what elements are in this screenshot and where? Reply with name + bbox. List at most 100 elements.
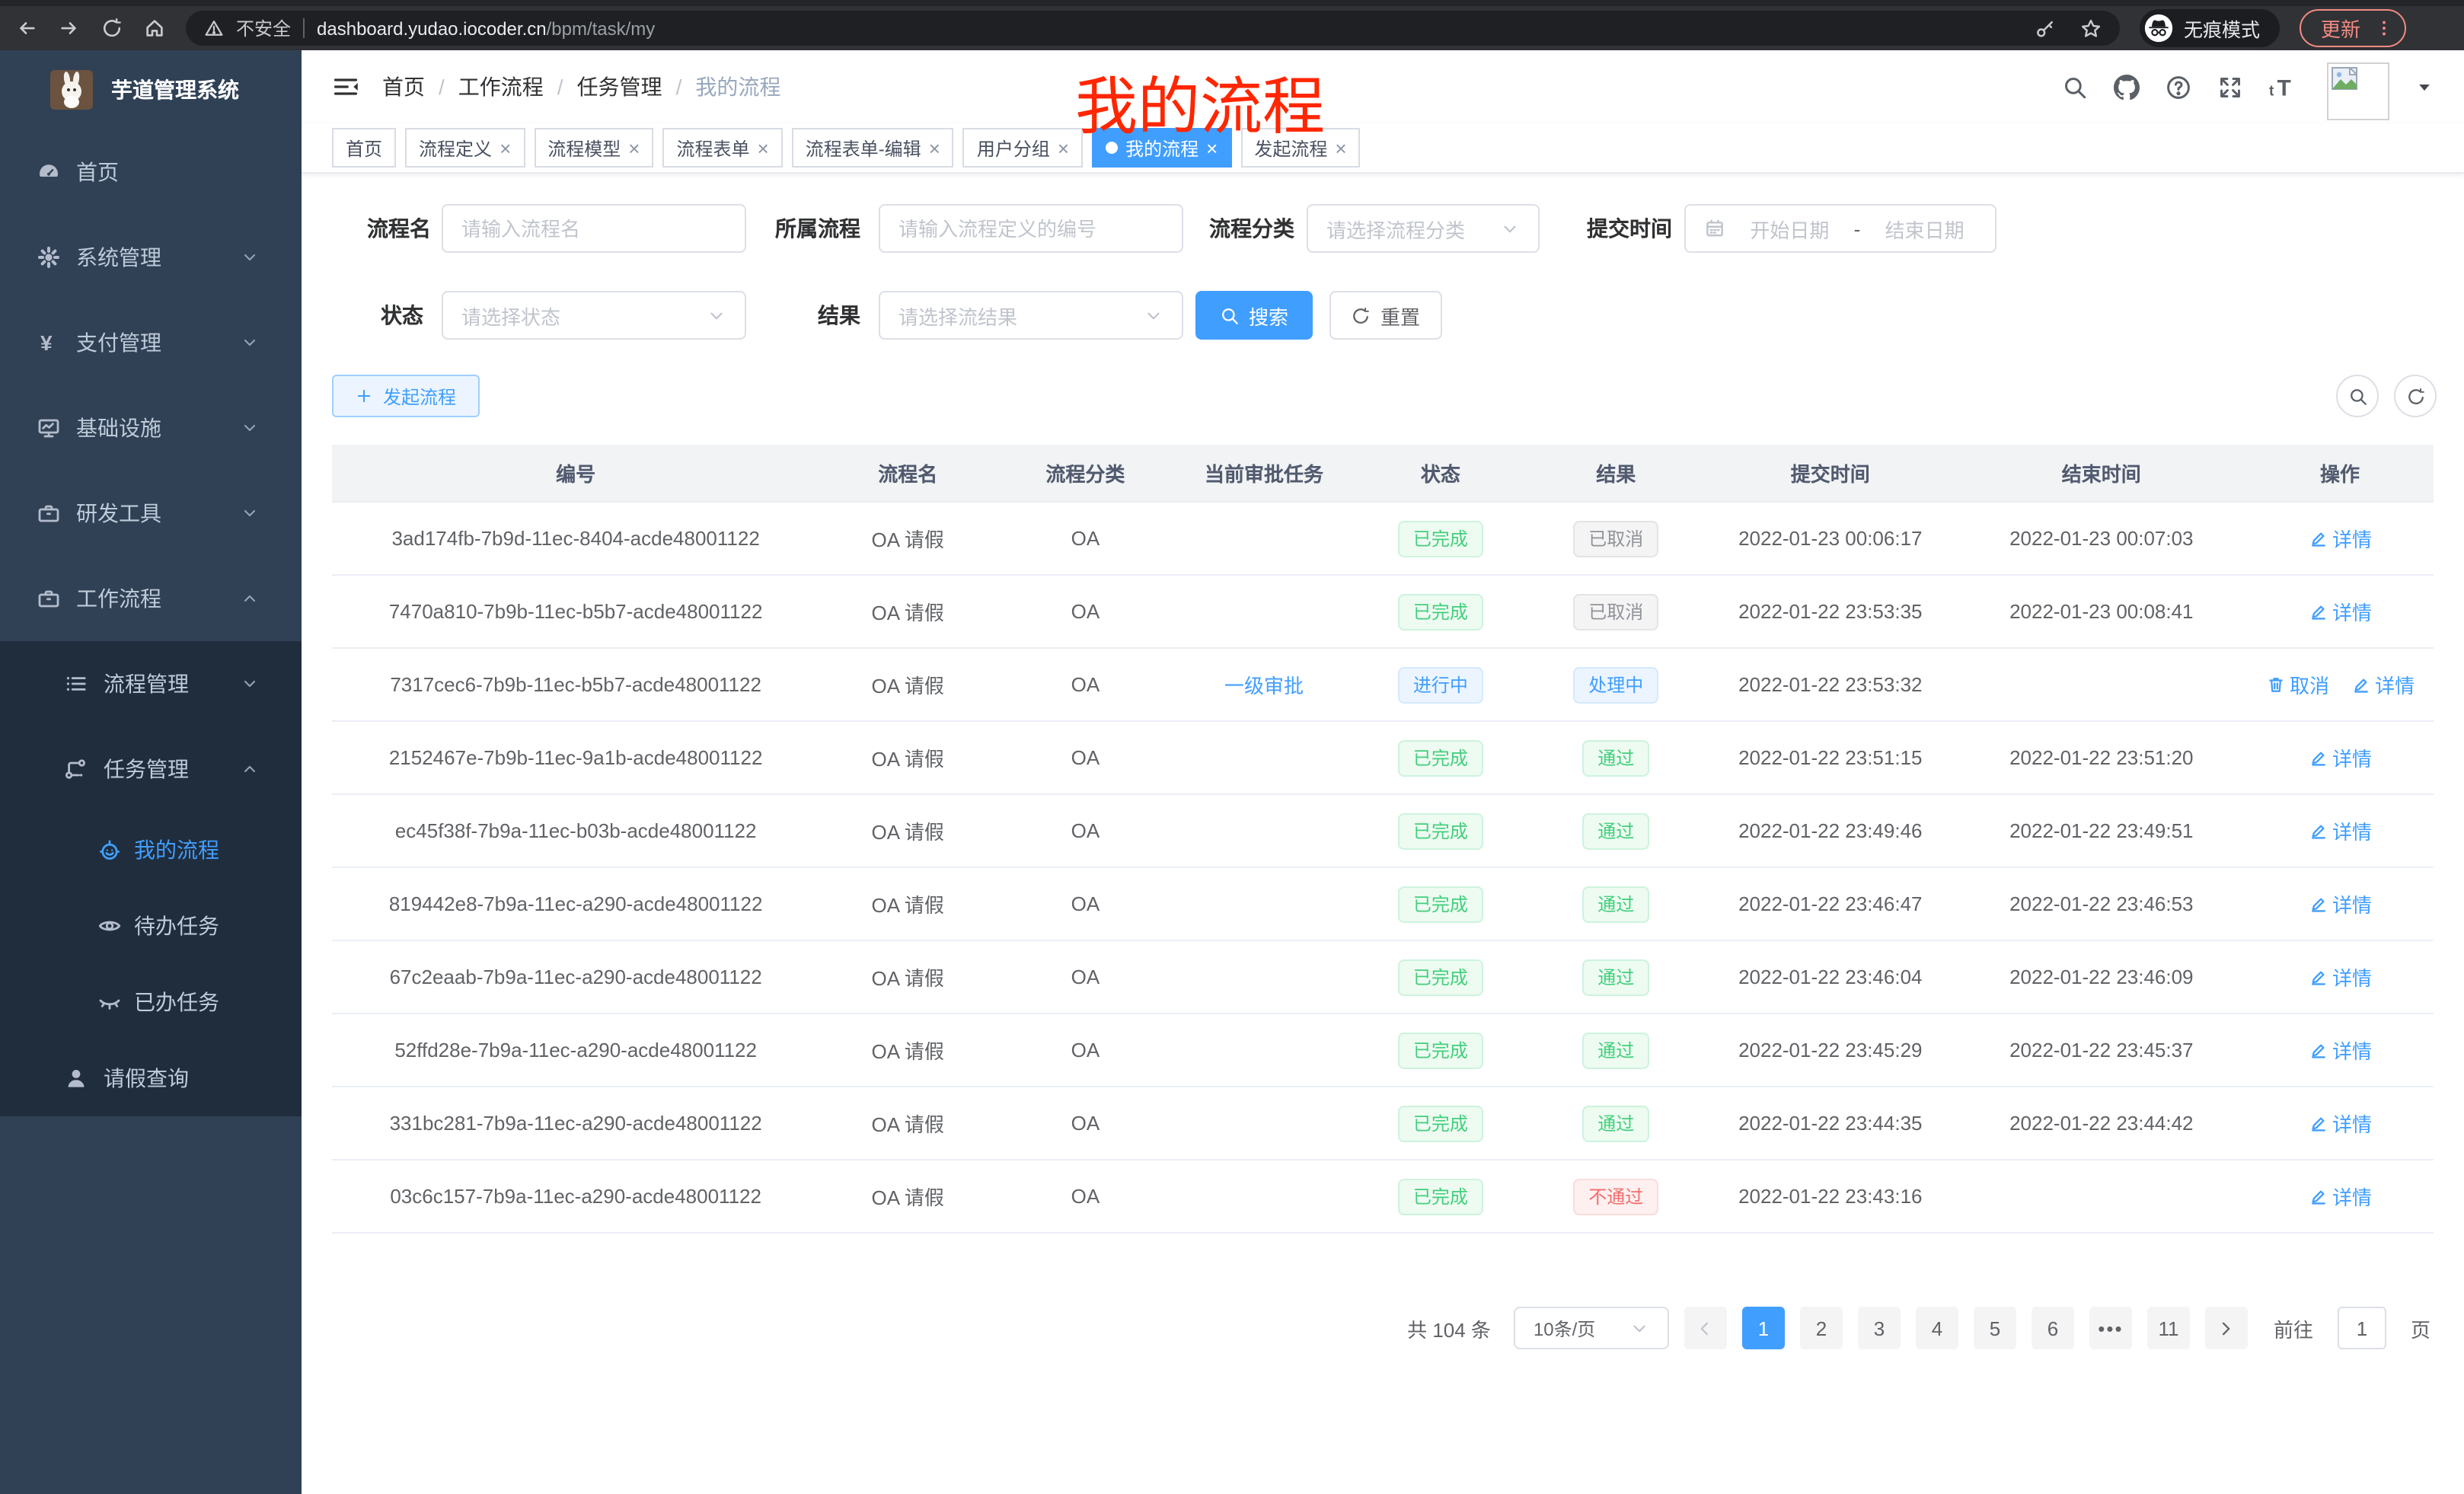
page-button[interactable]: 4 [1916, 1307, 1958, 1349]
cell-category: OA [996, 892, 1175, 915]
tab-close-icon[interactable]: × [1058, 138, 1069, 158]
kebab-menu-icon[interactable] [2374, 18, 2394, 38]
tab-close-icon[interactable]: × [1335, 138, 1346, 158]
sidebar-item-eye[interactable]: 待办任务 [0, 888, 302, 964]
back-icon[interactable] [15, 17, 38, 40]
tab-item[interactable]: 流程定义× [405, 128, 525, 168]
definition-input[interactable] [879, 204, 1183, 253]
bookmark-star-icon[interactable] [2080, 18, 2102, 39]
table-refresh-button[interactable] [2394, 375, 2437, 417]
sidebar-item-monitor[interactable]: 基础设施 [0, 385, 302, 471]
hamburger-icon[interactable] [332, 73, 359, 101]
breadcrumb-item[interactable]: 工作流程 [458, 72, 544, 102]
cancel-link[interactable]: 取消 [2265, 670, 2329, 699]
help-icon[interactable] [2166, 74, 2191, 100]
detail-link[interactable]: 详情 [2308, 1109, 2372, 1138]
sidebar-item-user[interactable]: 请假查询 [0, 1040, 302, 1116]
sidebar-item-briefcase[interactable]: 研发工具 [0, 471, 302, 556]
cell-actions: 详情 [2246, 1182, 2434, 1211]
detail-link[interactable]: 详情 [2308, 889, 2372, 918]
reset-button[interactable]: 重置 [1329, 291, 1442, 340]
detail-link[interactable]: 详情 [2308, 1036, 2372, 1065]
cell-actions: 取消详情 [2246, 670, 2434, 699]
cell-result: 通过 [1527, 1032, 1704, 1068]
tab-close-icon[interactable]: × [758, 138, 769, 158]
sidebar-item-flow[interactable]: 任务管理 [0, 726, 302, 812]
sidebar-item-robot[interactable]: 我的流程 [0, 812, 302, 888]
detail-link[interactable]: 详情 [2308, 1182, 2372, 1211]
reload-icon[interactable] [101, 17, 123, 40]
detail-link[interactable]: 详情 [2308, 962, 2372, 991]
github-icon[interactable] [2114, 74, 2140, 100]
sidebar-item-list[interactable]: 流程管理 [0, 641, 302, 726]
definition-label: 所属流程 [764, 213, 860, 244]
home-icon[interactable] [143, 17, 166, 40]
detail-link[interactable]: 详情 [2308, 816, 2372, 845]
goto-page-input[interactable] [2338, 1307, 2386, 1349]
page-button[interactable]: 5 [1974, 1307, 2016, 1349]
search-button[interactable]: 搜索 [1195, 291, 1313, 340]
forward-icon[interactable] [58, 17, 81, 40]
submit-time-range[interactable]: 开始日期 - 结束日期 [1684, 204, 1996, 253]
tab-item[interactable]: 流程表单× [662, 128, 782, 168]
url-host: dashboard.yudao.iocoder.cn [317, 18, 547, 39]
sidebar-item-gear[interactable]: 系统管理 [0, 215, 302, 300]
result-select[interactable]: 请选择流结果 [879, 291, 1183, 340]
tab-close-icon[interactable]: × [500, 138, 511, 158]
status-select[interactable]: 请选择状态 [442, 291, 746, 340]
breadcrumb-item[interactable]: 任务管理 [577, 72, 662, 102]
tab-close-icon[interactable]: × [628, 138, 640, 158]
page-button[interactable]: 11 [2147, 1307, 2190, 1349]
browser-update-button[interactable]: 更新 [2300, 9, 2406, 47]
sidebar-item-briefcase[interactable]: 工作流程 [0, 556, 302, 641]
process-name-input[interactable] [442, 204, 746, 253]
avatar[interactable] [2327, 62, 2389, 120]
page-button[interactable]: 2 [1800, 1307, 1843, 1349]
edit-icon [2308, 748, 2328, 768]
tab-close-icon[interactable]: × [929, 138, 940, 158]
detail-link[interactable]: 详情 [2351, 670, 2415, 699]
tab-item[interactable]: 首页 [332, 128, 396, 168]
detail-link[interactable]: 详情 [2308, 524, 2372, 553]
page-button[interactable]: 3 [1858, 1307, 1901, 1349]
table-row: 331bc281-7b9a-11ec-a290-acde48001122OA 请… [332, 1087, 2434, 1160]
search-icon[interactable] [2062, 74, 2088, 100]
fullscreen-icon[interactable] [2217, 74, 2243, 100]
cell-process-name: OA 请假 [819, 743, 996, 772]
cell-process-name: OA 请假 [819, 597, 996, 626]
tab-item[interactable]: 用户分组× [963, 128, 1083, 168]
pager-ellipsis[interactable]: ••• [2089, 1307, 2132, 1349]
font-size-icon[interactable]: tT [2269, 74, 2295, 100]
tab-item[interactable]: 流程表单-编辑× [792, 128, 954, 168]
page-size-select[interactable]: 10条/页 [1514, 1307, 1669, 1349]
password-key-icon[interactable] [2035, 18, 2056, 39]
breadcrumb-item[interactable]: 首页 [382, 72, 425, 102]
refresh-icon [2405, 386, 2425, 406]
create-process-button[interactable]: 发起流程 [332, 375, 480, 417]
prev-page-button[interactable] [1684, 1307, 1727, 1349]
sidebar-item-yen[interactable]: ¥支付管理 [0, 300, 302, 385]
current-task-link[interactable]: 一级审批 [1224, 675, 1304, 698]
sidebar-item-eyeclosed[interactable]: 已办任务 [0, 964, 302, 1040]
status-badge: 已完成 [1398, 520, 1483, 557]
table-search-toggle-button[interactable] [2336, 375, 2379, 417]
page-button[interactable]: 6 [2032, 1307, 2074, 1349]
sidebar-item-dashboard[interactable]: 首页 [0, 129, 302, 215]
address-bar[interactable]: 不安全 dashboard.yudao.iocoder.cn/bpm/task/… [186, 11, 2120, 46]
tab-item[interactable]: 流程模型× [534, 128, 653, 168]
detail-link[interactable]: 详情 [2308, 743, 2372, 772]
briefcase-icon [37, 586, 61, 611]
column-header: 结束时间 [1956, 458, 2246, 487]
calendar-icon [1704, 218, 1725, 239]
breadcrumb-separator: / [676, 75, 682, 99]
next-page-button[interactable] [2205, 1307, 2248, 1349]
sidebar: 芋道管理系统 首页系统管理¥支付管理基础设施研发工具工作流程 流程管理任务管理我… [0, 50, 302, 1494]
cell-submit-time: 2022-01-22 23:49:46 [1704, 819, 1956, 842]
status-badge: 已完成 [1398, 739, 1483, 776]
annotation-my-process: 我的流程 [1075, 55, 1325, 146]
app-logo-row[interactable]: 芋道管理系统 [0, 50, 302, 129]
detail-link[interactable]: 详情 [2308, 597, 2372, 626]
page-button[interactable]: 1 [1742, 1307, 1785, 1349]
category-select[interactable]: 请选择流程分类 [1307, 204, 1540, 253]
avatar-caret-icon[interactable] [2415, 78, 2434, 96]
